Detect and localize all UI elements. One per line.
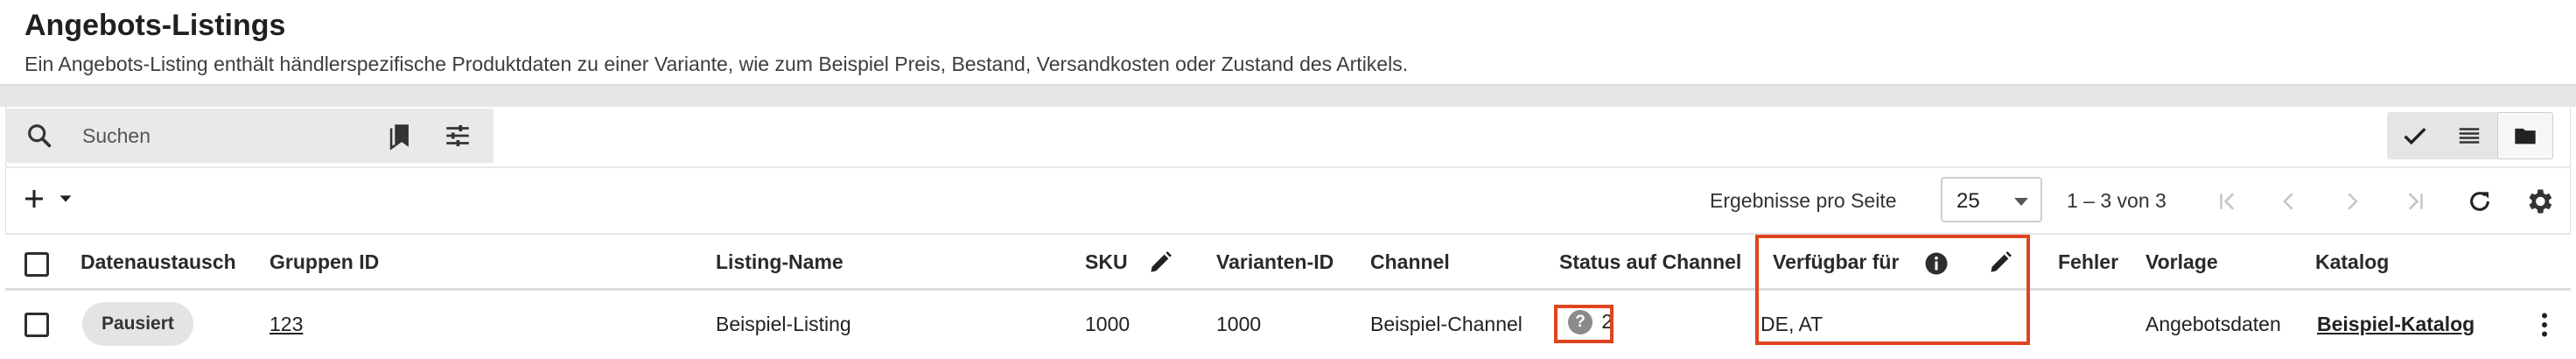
check-icon[interactable] — [2387, 112, 2443, 159]
prev-page-icon[interactable] — [2272, 184, 2306, 219]
more-vert-icon[interactable] — [2529, 309, 2560, 345]
plus-icon — [21, 186, 47, 216]
help-icon: ? — [1568, 309, 1592, 334]
sku-cell: 1000 — [1085, 313, 1130, 335]
page-title: Angebots-Listings — [24, 9, 286, 42]
group-id-link[interactable]: 123 — [270, 313, 303, 336]
search-input[interactable] — [82, 119, 362, 152]
channel-cell: Beispiel-Channel — [1370, 313, 1522, 335]
column-header-status-auf-channel[interactable]: Status auf Channel — [1559, 250, 1741, 274]
listing-name-cell: Beispiel-Listing — [716, 313, 851, 335]
page-subtitle: Ein Angebots-Listing enthält händlerspez… — [24, 53, 1409, 75]
template-cell: Angebotsdaten — [2146, 313, 2281, 335]
column-header-verfuegbar-fuer[interactable]: Verfügbar für — [1773, 250, 1899, 274]
catalog-link[interactable]: Beispiel-Katalog — [2317, 313, 2474, 336]
gear-icon[interactable] — [2522, 184, 2557, 219]
column-header-gruppen-id[interactable]: Gruppen ID — [270, 250, 379, 274]
table-row[interactable]: Pausiert 123 Beispiel-Listing 1000 1000 … — [5, 292, 2571, 359]
search-bar — [5, 109, 494, 163]
search-icon[interactable] — [24, 121, 54, 151]
page-header: Angebots-Listings Ein Angebots-Listing e… — [0, 0, 2576, 86]
column-header-channel[interactable]: Channel — [1370, 250, 1450, 274]
column-header-sku[interactable]: SKU — [1085, 250, 1128, 274]
next-page-icon[interactable] — [2334, 184, 2370, 219]
info-icon[interactable] — [1923, 250, 1950, 281]
pagination-range: 1 – 3 von 3 — [2067, 189, 2166, 212]
pencil-icon[interactable] — [1986, 249, 2014, 281]
column-header-katalog[interactable]: Katalog — [2315, 250, 2389, 274]
add-button[interactable] — [21, 180, 91, 221]
list-icon[interactable] — [2441, 112, 2497, 159]
folder-icon[interactable] — [2497, 112, 2553, 159]
column-header-vorlage[interactable]: Vorlage — [2146, 250, 2218, 274]
pencil-icon[interactable] — [1146, 249, 1174, 281]
refresh-icon[interactable] — [2462, 184, 2497, 219]
bookmark-icon[interactable] — [385, 121, 415, 151]
row-checkbox[interactable] — [24, 313, 49, 337]
column-header-varianten-id[interactable]: Varianten-ID — [1216, 250, 1334, 274]
column-header-listing-name[interactable]: Listing-Name — [716, 250, 844, 274]
select-all-checkbox[interactable] — [24, 252, 49, 277]
per-page-select[interactable]: 25 — [1941, 177, 2042, 222]
column-header-fehler[interactable]: Fehler — [2058, 250, 2118, 274]
table-header: Datenaustausch Gruppen ID Listing-Name S… — [5, 233, 2571, 291]
tune-icon[interactable] — [443, 121, 472, 151]
chevron-down-icon[interactable] — [56, 189, 75, 213]
last-page-icon[interactable] — [2398, 184, 2432, 219]
per-page-label: Ergebnisse pro Seite — [1710, 189, 1897, 212]
status-count: 2 — [1601, 310, 1614, 334]
chevron-down-icon — [2014, 198, 2028, 206]
view-toggle — [2387, 112, 2553, 159]
available-for-cell: DE, AT — [1760, 313, 1824, 335]
header-divider-band — [0, 86, 2576, 107]
toolbar-divider — [5, 166, 2571, 168]
channel-status-cell[interactable]: ? 2 — [1568, 309, 1613, 334]
status-badge: Pausiert — [82, 302, 193, 346]
variant-id-cell: 1000 — [1216, 313, 1262, 335]
per-page-value: 25 — [1956, 189, 1980, 213]
column-header-datenaustausch[interactable]: Datenaustausch — [80, 250, 236, 274]
first-page-icon[interactable] — [2210, 184, 2245, 219]
